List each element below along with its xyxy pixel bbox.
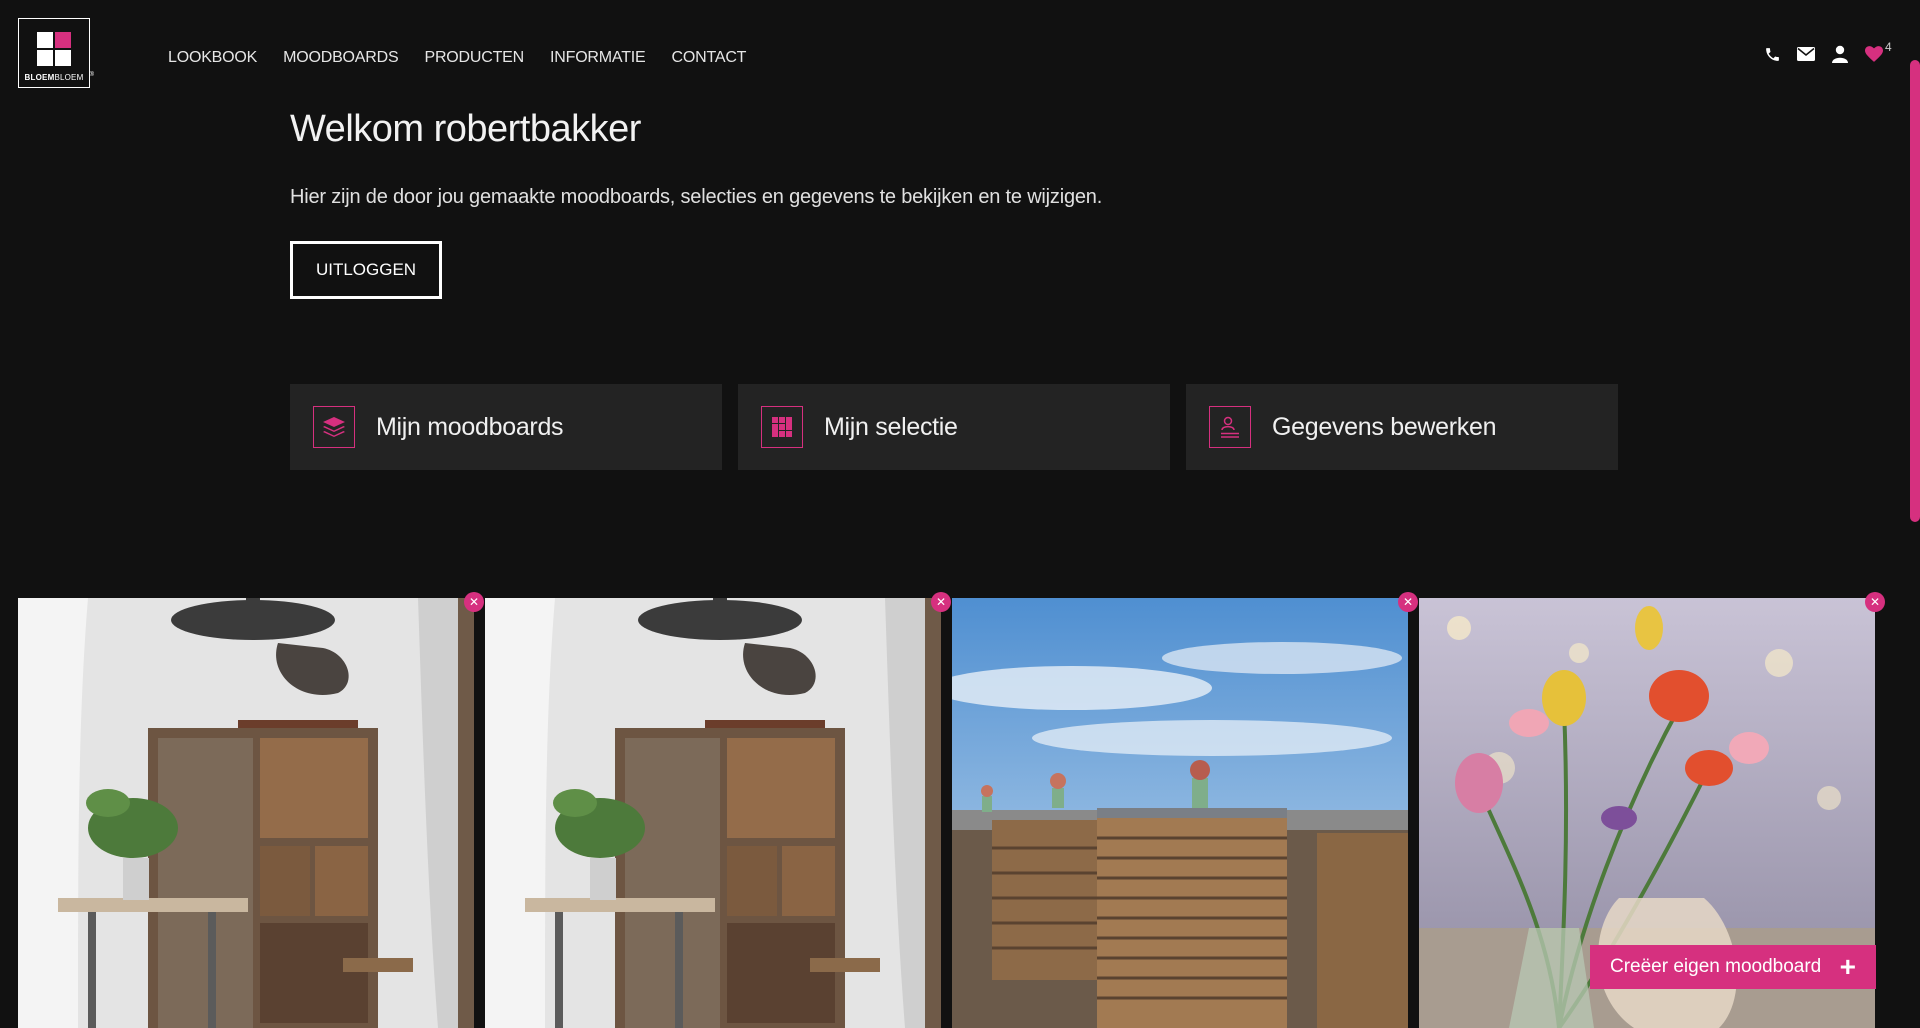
logo-square-accent <box>55 32 71 48</box>
close-icon[interactable]: ✕ <box>931 592 951 612</box>
header-icons: 4 <box>1762 40 1892 64</box>
plus-icon: + <box>1839 951 1856 982</box>
main-nav: LOOKBOOK MOODBOARDS PRODUCTEN INFORMATIE… <box>168 49 746 67</box>
moodboard-image <box>485 598 941 1028</box>
account-cards: Mijn moodboards Mijn selectie Gegevens b… <box>290 384 1618 470</box>
logo-registered-mark: ® <box>89 72 94 78</box>
card-label: Gegevens bewerken <box>1272 412 1497 441</box>
close-icon[interactable]: ✕ <box>1865 592 1885 612</box>
logo[interactable]: BLOEMBLOEM ® <box>18 18 94 88</box>
logo-square <box>37 50 53 66</box>
card-my-moodboards[interactable]: Mijn moodboards <box>290 384 722 470</box>
nav-contact[interactable]: CONTACT <box>672 49 747 67</box>
moodboard-tile[interactable]: ✕ <box>485 592 951 1028</box>
logo-square <box>55 50 71 66</box>
close-icon[interactable]: ✕ <box>464 592 484 612</box>
create-moodboard-label: Creëer eigen moodboard <box>1610 956 1822 977</box>
nav-informatie[interactable]: INFORMATIE <box>550 49 646 67</box>
moodboard-image <box>952 598 1408 1028</box>
page-scrollbar[interactable] <box>1910 60 1920 522</box>
profile-icon <box>1209 406 1251 448</box>
card-my-selection[interactable]: Mijn selectie <box>738 384 1170 470</box>
create-moodboard-button[interactable]: Creëer eigen moodboard + <box>1590 945 1876 989</box>
nav-moodboards[interactable]: MOODBOARDS <box>283 49 399 67</box>
user-icon[interactable] <box>1830 44 1850 64</box>
moodboard-image <box>18 598 474 1028</box>
grid-icon <box>761 406 803 448</box>
intro-text: Hier zijn de door jou gemaakte moodboard… <box>290 186 1103 208</box>
logo-wordmark: BLOEMBLOEM <box>24 73 84 82</box>
logout-button[interactable]: UITLOGGEN <box>290 241 442 299</box>
moodboard-tile[interactable]: ✕ <box>18 592 484 1028</box>
card-label: Mijn moodboards <box>376 412 564 441</box>
logo-square <box>37 32 53 48</box>
nav-producten[interactable]: PRODUCTEN <box>424 49 524 67</box>
favorites-count: 4 <box>1885 40 1892 54</box>
card-label: Mijn selectie <box>824 412 958 441</box>
moodboard-tile[interactable]: ✕ <box>952 592 1418 1028</box>
heart-icon[interactable]: 4 <box>1864 40 1892 64</box>
phone-icon[interactable] <box>1762 44 1782 64</box>
page-title: Welkom robertbakker <box>290 108 641 150</box>
close-icon[interactable]: ✕ <box>1398 592 1418 612</box>
envelope-icon[interactable] <box>1796 44 1816 64</box>
nav-lookbook[interactable]: LOOKBOOK <box>168 49 257 67</box>
card-edit-details[interactable]: Gegevens bewerken <box>1186 384 1618 470</box>
layers-icon <box>313 406 355 448</box>
